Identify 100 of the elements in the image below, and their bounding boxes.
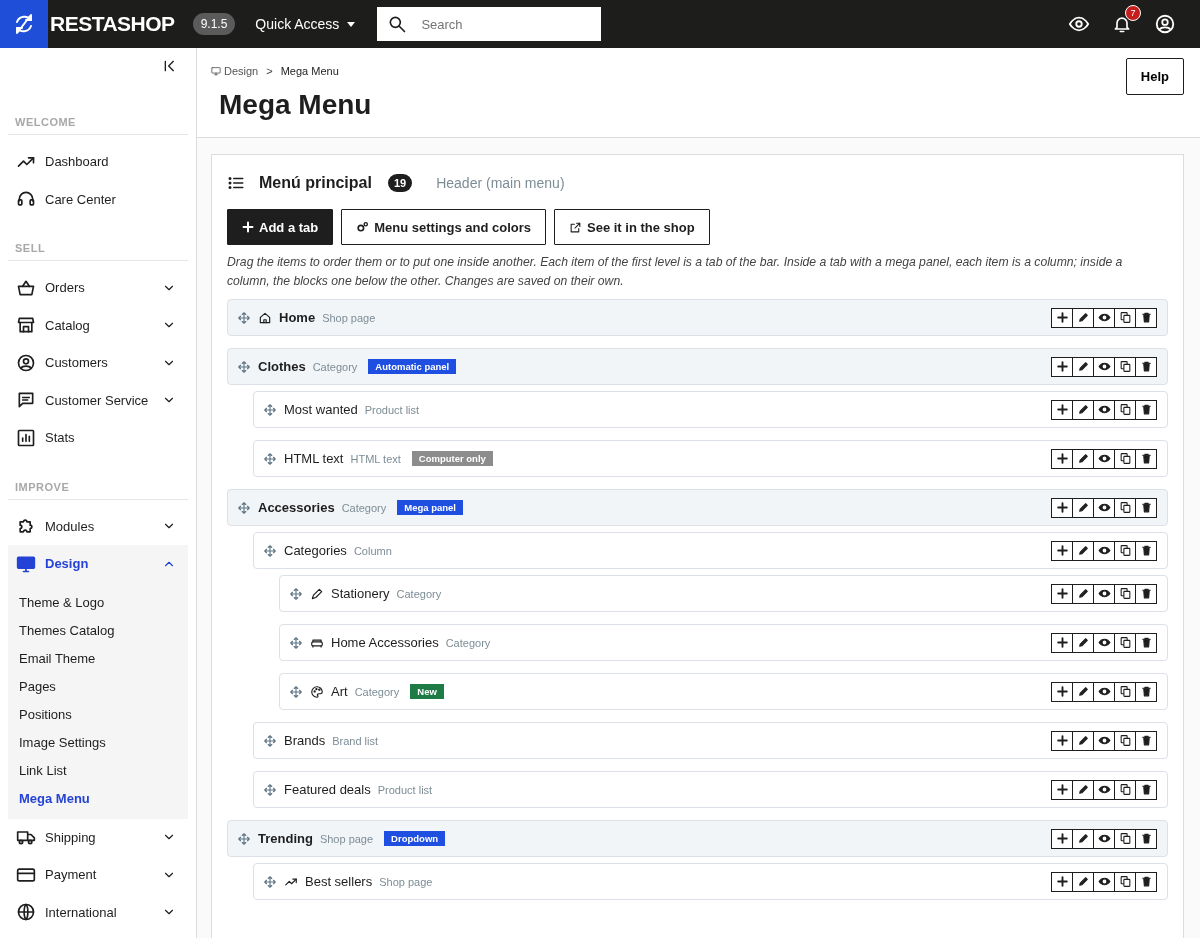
menu-item-row[interactable]: Categories Column — [253, 532, 1168, 569]
search-field[interactable]: Search — [377, 7, 602, 41]
delete-button[interactable] — [1135, 540, 1157, 561]
sidebar-item[interactable]: Customers — [0, 344, 196, 382]
edit-button[interactable] — [1072, 632, 1094, 653]
visibility-button[interactable] — [1093, 871, 1115, 892]
sidebar-item[interactable]: Customer Service — [0, 381, 196, 419]
duplicate-button[interactable] — [1114, 730, 1136, 751]
add-button[interactable] — [1051, 497, 1073, 518]
sidebar-item[interactable]: Payment — [0, 856, 196, 894]
delete-button[interactable] — [1135, 399, 1157, 420]
add-button[interactable] — [1051, 448, 1073, 469]
menu-item-row[interactable]: Home Shop page — [227, 299, 1168, 336]
add-button[interactable] — [1051, 399, 1073, 420]
add-button[interactable] — [1051, 828, 1073, 849]
visibility-button[interactable] — [1093, 497, 1115, 518]
sidebar-item[interactable]: International — [0, 893, 196, 931]
submenu-item[interactable]: Image Settings — [8, 728, 188, 757]
menu-item-row[interactable]: Featured deals Product list — [253, 771, 1168, 808]
sidebar-item[interactable]: Dashboard — [0, 143, 196, 181]
menu-item-row[interactable]: Home Accessories Category — [279, 624, 1168, 661]
add-button[interactable] — [1051, 356, 1073, 377]
sidebar-item[interactable]: Orders — [0, 269, 196, 307]
edit-button[interactable] — [1072, 583, 1094, 604]
edit-button[interactable] — [1072, 356, 1094, 377]
edit-button[interactable] — [1072, 307, 1094, 328]
delete-button[interactable] — [1135, 356, 1157, 377]
menu-item-row[interactable]: Art Category New — [279, 673, 1168, 710]
sidebar-item[interactable]: Catalog — [0, 306, 196, 344]
visibility-button[interactable] — [1093, 730, 1115, 751]
menu-item-row[interactable]: Accessories Category Mega panel — [227, 489, 1168, 526]
submenu-item[interactable]: Theme & Logo — [8, 588, 188, 617]
sidebar-item[interactable]: Care Center — [0, 180, 196, 218]
visibility-button[interactable] — [1093, 307, 1115, 328]
sidebar-item[interactable]: Shipping — [0, 818, 196, 856]
edit-button[interactable] — [1072, 828, 1094, 849]
delete-button[interactable] — [1135, 779, 1157, 800]
delete-button[interactable] — [1135, 730, 1157, 751]
menu-item-row[interactable]: Most wanted Product list — [253, 391, 1168, 428]
delete-button[interactable] — [1135, 871, 1157, 892]
duplicate-button[interactable] — [1114, 399, 1136, 420]
duplicate-button[interactable] — [1114, 448, 1136, 469]
duplicate-button[interactable] — [1114, 681, 1136, 702]
duplicate-button[interactable] — [1114, 356, 1136, 377]
edit-button[interactable] — [1072, 730, 1094, 751]
add-button[interactable] — [1051, 583, 1073, 604]
visibility-button[interactable] — [1093, 779, 1115, 800]
delete-button[interactable] — [1135, 307, 1157, 328]
breadcrumb-link[interactable]: Design — [211, 65, 259, 77]
edit-button[interactable] — [1072, 399, 1094, 420]
visibility-button[interactable] — [1093, 583, 1115, 604]
submenu-item[interactable]: Themes Catalog — [8, 616, 188, 645]
submenu-item[interactable]: Mega Menu — [8, 784, 188, 813]
menu-item-row[interactable]: Trending Shop page Dropdown — [227, 820, 1168, 857]
visibility-button[interactable] — [1093, 828, 1115, 849]
visibility-button[interactable] — [1093, 632, 1115, 653]
duplicate-button[interactable] — [1114, 632, 1136, 653]
add-button[interactable] — [1051, 871, 1073, 892]
sidebar-item[interactable]: Stats — [0, 419, 196, 457]
settings-button[interactable]: Menu settings and colors — [341, 209, 546, 245]
edit-button[interactable] — [1072, 681, 1094, 702]
menu-item-row[interactable]: Clothes Category Automatic panel — [227, 348, 1168, 385]
duplicate-button[interactable] — [1114, 828, 1136, 849]
duplicate-button[interactable] — [1114, 779, 1136, 800]
delete-button[interactable] — [1135, 583, 1157, 604]
add-button[interactable] — [1051, 632, 1073, 653]
add-button[interactable] — [1051, 779, 1073, 800]
submenu-item[interactable]: Email Theme — [8, 644, 188, 673]
edit-button[interactable] — [1072, 497, 1094, 518]
duplicate-button[interactable] — [1114, 583, 1136, 604]
submenu-item[interactable]: Pages — [8, 672, 188, 701]
help-button[interactable]: Help — [1125, 58, 1184, 95]
menu-item-row[interactable]: Brands Brand list — [253, 722, 1168, 759]
visibility-button[interactable] — [1093, 540, 1115, 561]
delete-button[interactable] — [1135, 828, 1157, 849]
menu-item-row[interactable]: HTML text HTML text Computer only — [253, 440, 1168, 477]
menu-item-row[interactable]: Stationery Category — [279, 575, 1168, 612]
duplicate-button[interactable] — [1114, 497, 1136, 518]
edit-button[interactable] — [1072, 871, 1094, 892]
edit-button[interactable] — [1072, 779, 1094, 800]
delete-button[interactable] — [1135, 681, 1157, 702]
submenu-item[interactable]: Link List — [8, 756, 188, 785]
delete-button[interactable] — [1135, 497, 1157, 518]
delete-button[interactable] — [1135, 632, 1157, 653]
menu-item-row[interactable]: Best sellers Shop page — [253, 863, 1168, 900]
visibility-button[interactable] — [1093, 681, 1115, 702]
add-tab-button[interactable]: Add a tab — [227, 209, 334, 245]
visibility-button[interactable] — [1093, 399, 1115, 420]
add-button[interactable] — [1051, 681, 1073, 702]
add-button[interactable] — [1051, 307, 1073, 328]
duplicate-button[interactable] — [1114, 307, 1136, 328]
edit-button[interactable] — [1072, 540, 1094, 561]
visibility-button[interactable] — [1093, 448, 1115, 469]
submenu-item[interactable]: Positions — [8, 700, 188, 729]
visibility-button[interactable] — [1093, 356, 1115, 377]
duplicate-button[interactable] — [1114, 540, 1136, 561]
add-button[interactable] — [1051, 540, 1073, 561]
duplicate-button[interactable] — [1114, 871, 1136, 892]
delete-button[interactable] — [1135, 448, 1157, 469]
sidebar-item[interactable]: Modules — [0, 507, 196, 545]
